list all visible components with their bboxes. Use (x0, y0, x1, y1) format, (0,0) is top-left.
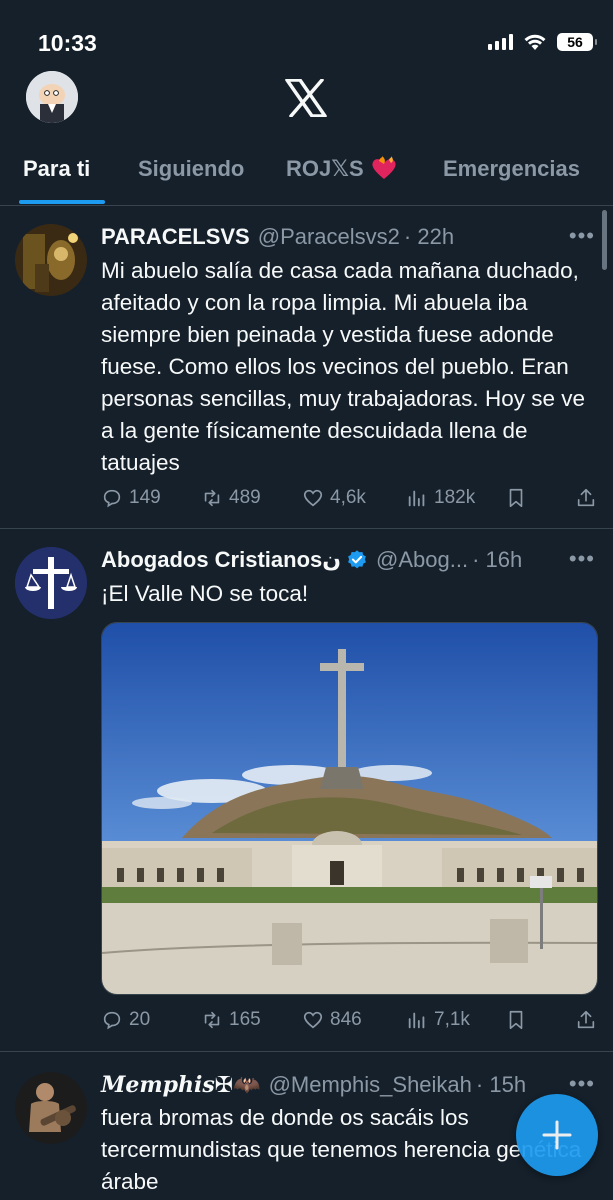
tweet-header: Abogados Cristianos ن @Abog... · 16h (101, 547, 522, 573)
repost-button[interactable]: 489 (201, 487, 261, 509)
active-tab-indicator (19, 200, 105, 204)
bookmark-icon (509, 1010, 523, 1030)
bookmark-icon (509, 488, 523, 508)
share-button[interactable] (575, 1009, 597, 1031)
repost-count: 489 (229, 487, 261, 508)
views-button[interactable]: 182k (406, 487, 475, 509)
tweet-item[interactable]: Abogados Cristianos ن @Abog... · 16h •••… (0, 530, 613, 1052)
author-name[interactable]: Abogados Cristianos (101, 547, 322, 573)
heart-icon (303, 1011, 323, 1029)
more-options-icon[interactable]: ••• (569, 1071, 595, 1097)
tweet-text: fuera bromas de donde os sacáis los terc… (101, 1105, 582, 1194)
views-icon (408, 1012, 425, 1029)
tweet-actions: 149 489 4,6k 182k (101, 487, 601, 517)
repost-icon (204, 1011, 220, 1029)
tweet-time: · 15h (475, 1072, 527, 1097)
views-count: 182k (434, 487, 476, 508)
tweet-text: ¡El Valle NO se toca! (101, 581, 309, 606)
like-button[interactable]: 4,6k (302, 487, 366, 509)
repost-icon (204, 489, 220, 507)
author-name[interactable]: PARACELSVS (101, 224, 250, 250)
heart-icon (303, 489, 323, 507)
author-handle[interactable]: @Memphis_Sheikah (269, 1072, 472, 1098)
views-icon (408, 490, 425, 507)
tab-label: ROJ𝕏S (286, 156, 364, 181)
tweet-header: PARACELSVS @Paracelsvs2 · 22h (101, 224, 454, 250)
x-logo-icon[interactable] (285, 79, 327, 117)
valle-photo (102, 623, 597, 994)
avatar[interactable] (15, 547, 87, 619)
reply-button[interactable]: 149 (101, 487, 161, 509)
tweet-time: · 16h (472, 547, 523, 572)
repost-button[interactable]: 165 (201, 1009, 261, 1031)
tab-emergencias[interactable]: Emergencias (443, 156, 580, 182)
tweet-item[interactable]: PARACELSVS @Paracelsvs2 · 22h ••• Mi abu… (0, 207, 613, 529)
tab-label: Emergencias (443, 156, 580, 181)
author-handle[interactable]: @Abog... (376, 547, 468, 573)
reply-icon (103, 1011, 121, 1030)
reply-button[interactable]: 20 (101, 1009, 150, 1031)
share-button[interactable] (575, 487, 597, 509)
author-name-suffix: ن (322, 547, 342, 572)
profile-avatar[interactable] (26, 71, 78, 123)
verified-badge-icon (348, 550, 366, 569)
reply-icon (103, 489, 121, 508)
like-button[interactable]: 846 (302, 1009, 362, 1031)
reply-count: 149 (129, 487, 161, 508)
views-button[interactable]: 7,1k (406, 1009, 470, 1031)
tab-label: Siguiendo (138, 156, 245, 181)
repost-count: 165 (229, 1009, 261, 1030)
tab-siguiendo[interactable]: Siguiendo (138, 156, 244, 182)
tweet-header: 𝑴𝒆𝒎𝒑𝒉𝒊𝒔 ✠🦇 @Memphis_Sheikah · 15h (101, 1072, 526, 1098)
wifi-icon (524, 34, 546, 50)
views-count: 7,1k (434, 1009, 470, 1030)
author-handle[interactable]: @Paracelsvs2 (258, 224, 400, 250)
top-bar (0, 65, 613, 130)
tab-label: Para ti (23, 156, 91, 181)
tweet-actions: 20 165 846 7,1k (101, 1009, 601, 1039)
reply-count: 20 (129, 1009, 151, 1030)
tweet-media-image[interactable] (101, 622, 598, 995)
bookmark-button[interactable] (505, 487, 527, 509)
like-count: 846 (330, 1009, 362, 1030)
plus-icon (542, 1120, 572, 1150)
status-time: 10:33 (38, 30, 97, 56)
battery-indicator: 56 (557, 33, 597, 51)
avatar[interactable] (15, 1072, 87, 1144)
avatar[interactable] (15, 224, 87, 296)
share-icon (577, 488, 595, 507)
cellular-signal-icon (488, 34, 513, 50)
author-name-suffix: ✠🦇 (214, 1072, 261, 1097)
tweet-text: Mi abuelo salía de casa cada mañana duch… (101, 258, 585, 475)
bookmark-button[interactable] (505, 1009, 527, 1031)
timeline-tabs: Para ti Siguiendo ROJ𝕏S Emergencias (0, 148, 613, 206)
like-count: 4,6k (330, 487, 366, 508)
author-name[interactable]: 𝑴𝒆𝒎𝒑𝒉𝒊𝒔 (101, 1072, 215, 1098)
tab-rojxs[interactable]: ROJ𝕏S (286, 156, 398, 182)
compose-button[interactable] (516, 1094, 598, 1176)
more-options-icon[interactable]: ••• (569, 546, 595, 572)
status-icons: 56 (488, 33, 597, 51)
heart-on-fire-icon (372, 156, 396, 179)
more-options-icon[interactable]: ••• (569, 223, 595, 249)
tab-para-ti[interactable]: Para ti (23, 156, 90, 182)
tweet-time: · 22h (403, 224, 455, 249)
share-icon (577, 1010, 595, 1029)
